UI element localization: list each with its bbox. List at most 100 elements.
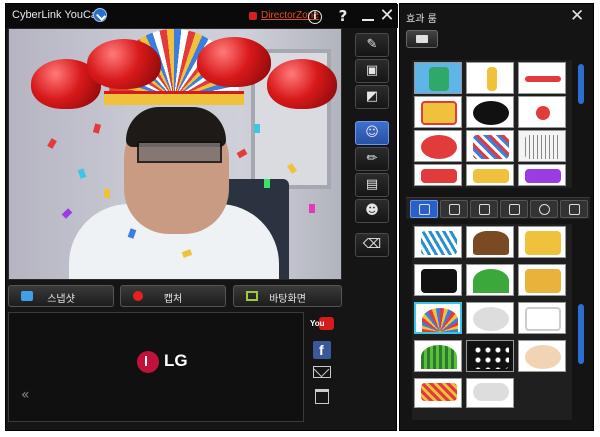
effects-close-button[interactable]: ✕	[570, 6, 584, 26]
party-crown-icon	[525, 269, 561, 293]
effect-tile[interactable]	[414, 62, 462, 94]
facebook-icon[interactable]	[313, 341, 331, 359]
effect-tile[interactable]	[414, 96, 462, 128]
leaf-wreath-icon	[473, 269, 509, 293]
fullscreen-icon: ▣	[365, 63, 379, 78]
effect-tile[interactable]	[518, 130, 566, 162]
accessory-scrollbar[interactable]	[578, 304, 584, 364]
capture-button[interactable]: 캡처	[120, 285, 226, 307]
effect-tile[interactable]	[518, 340, 566, 372]
partial-effect-icon	[473, 169, 509, 183]
minimize-button[interactable]	[359, 7, 377, 25]
avatar-effect-icon: ☺	[365, 125, 379, 140]
mouse-ears-icon	[473, 307, 509, 331]
tab-filters[interactable]	[560, 200, 588, 218]
confetti	[309, 204, 315, 213]
snapshot-label: 스냅샷	[47, 294, 75, 305]
eraser-button[interactable]: ⌫	[355, 233, 389, 257]
trash-icon[interactable]	[315, 389, 329, 404]
wallpaper-label: 바탕화면	[269, 294, 306, 305]
help-button[interactable]: ?	[334, 7, 352, 25]
effect-tile[interactable]	[466, 340, 514, 372]
question-balloon-icon	[421, 135, 457, 159]
email-icon[interactable]	[313, 366, 331, 378]
effect-tile[interactable]	[518, 302, 566, 334]
cowboy-hat-icon	[473, 231, 509, 255]
security-camera-icon: ◩	[365, 89, 379, 104]
tab-face[interactable]	[440, 200, 468, 218]
effect-tile[interactable]	[518, 62, 566, 94]
effect-tile[interactable]	[466, 164, 514, 186]
effect-tile[interactable]	[518, 164, 566, 186]
effect-category-tabs	[406, 197, 590, 219]
red-balloon	[87, 39, 161, 89]
effect-tile[interactable]	[414, 130, 462, 162]
face-accessory-button[interactable]: ☻	[355, 199, 389, 223]
confetti	[264, 179, 270, 188]
avatar-icon	[419, 204, 430, 215]
info-button[interactable]: i	[308, 10, 322, 24]
effect-tile[interactable]	[466, 302, 514, 334]
wallpaper-button[interactable]: 바탕화면	[233, 285, 342, 307]
accessory-grid	[412, 224, 572, 420]
effect-tile[interactable]	[466, 96, 514, 128]
scroll-left-button[interactable]: «	[21, 387, 30, 403]
settings-tools-button[interactable]: ✎	[355, 33, 389, 57]
scene-icon	[509, 204, 520, 215]
glasses-face-icon	[525, 345, 561, 369]
surveillance-button[interactable]: ◩	[355, 85, 389, 109]
red-balloon	[197, 37, 271, 87]
exclaim-icon	[487, 67, 497, 91]
capture-label: 캡처	[163, 294, 183, 305]
effect-tile[interactable]	[466, 264, 514, 296]
tab-frames[interactable]	[470, 200, 498, 218]
waveform-icon	[525, 135, 561, 159]
sparkle-icon	[536, 106, 550, 120]
effect-tile[interactable]	[466, 378, 514, 408]
nurse-cap-icon	[525, 307, 561, 331]
frames-button[interactable]: ▤	[355, 173, 389, 197]
effect-tile[interactable]	[414, 264, 462, 296]
tab-avatar[interactable]	[410, 200, 438, 218]
wand-icon	[569, 204, 580, 215]
effect-tile[interactable]	[414, 226, 462, 258]
effect-tile[interactable]	[518, 226, 566, 258]
tab-scene[interactable]	[500, 200, 528, 218]
effects-button[interactable]: ☺	[355, 121, 389, 145]
effect-tile[interactable]	[466, 62, 514, 94]
scene-effects-grid	[412, 60, 572, 188]
draw-button[interactable]: ✏	[355, 147, 389, 171]
graduation-cap-icon	[421, 269, 457, 293]
wrench-icon: ✎	[366, 37, 378, 52]
effect-tile[interactable]	[466, 130, 514, 162]
snapshot-button[interactable]: 스냅샷	[8, 285, 114, 307]
effect-tile[interactable]	[414, 340, 462, 372]
title-bar: CyberLink YouCam DirectorZone i ? ✕	[6, 4, 398, 28]
brand-text: LG	[164, 351, 188, 370]
effect-tile[interactable]	[414, 164, 462, 186]
tab-emotion[interactable]	[530, 200, 558, 218]
webcam-preview	[8, 28, 342, 280]
face-plus-icon: ☻	[365, 203, 379, 218]
confetti	[254, 124, 260, 133]
effect-tile[interactable]	[414, 378, 462, 408]
censored-eyes	[137, 141, 222, 163]
camera-toggle-icon[interactable]	[406, 30, 438, 48]
feather-headdress-icon	[422, 308, 458, 332]
effect-tile[interactable]	[466, 226, 514, 258]
effect-tile[interactable]	[518, 96, 566, 128]
confetti	[104, 189, 110, 198]
effect-tile[interactable]	[518, 264, 566, 296]
fullscreen-button[interactable]: ▣	[355, 59, 389, 83]
pattern-icon	[421, 383, 457, 401]
eraser-icon: ⌫	[362, 237, 382, 252]
effects-room-title: 효과 룸	[406, 14, 437, 25]
arrow-down-icon	[429, 67, 449, 91]
effects-scrollbar[interactable]	[578, 64, 584, 104]
youtube-upload-button[interactable]: You	[310, 316, 334, 336]
close-button[interactable]: ✕	[378, 7, 396, 25]
update-badge-icon[interactable]	[93, 8, 107, 22]
partial-effect-icon	[421, 169, 457, 183]
bird-icon	[473, 101, 509, 125]
effect-tile[interactable]	[414, 302, 462, 334]
